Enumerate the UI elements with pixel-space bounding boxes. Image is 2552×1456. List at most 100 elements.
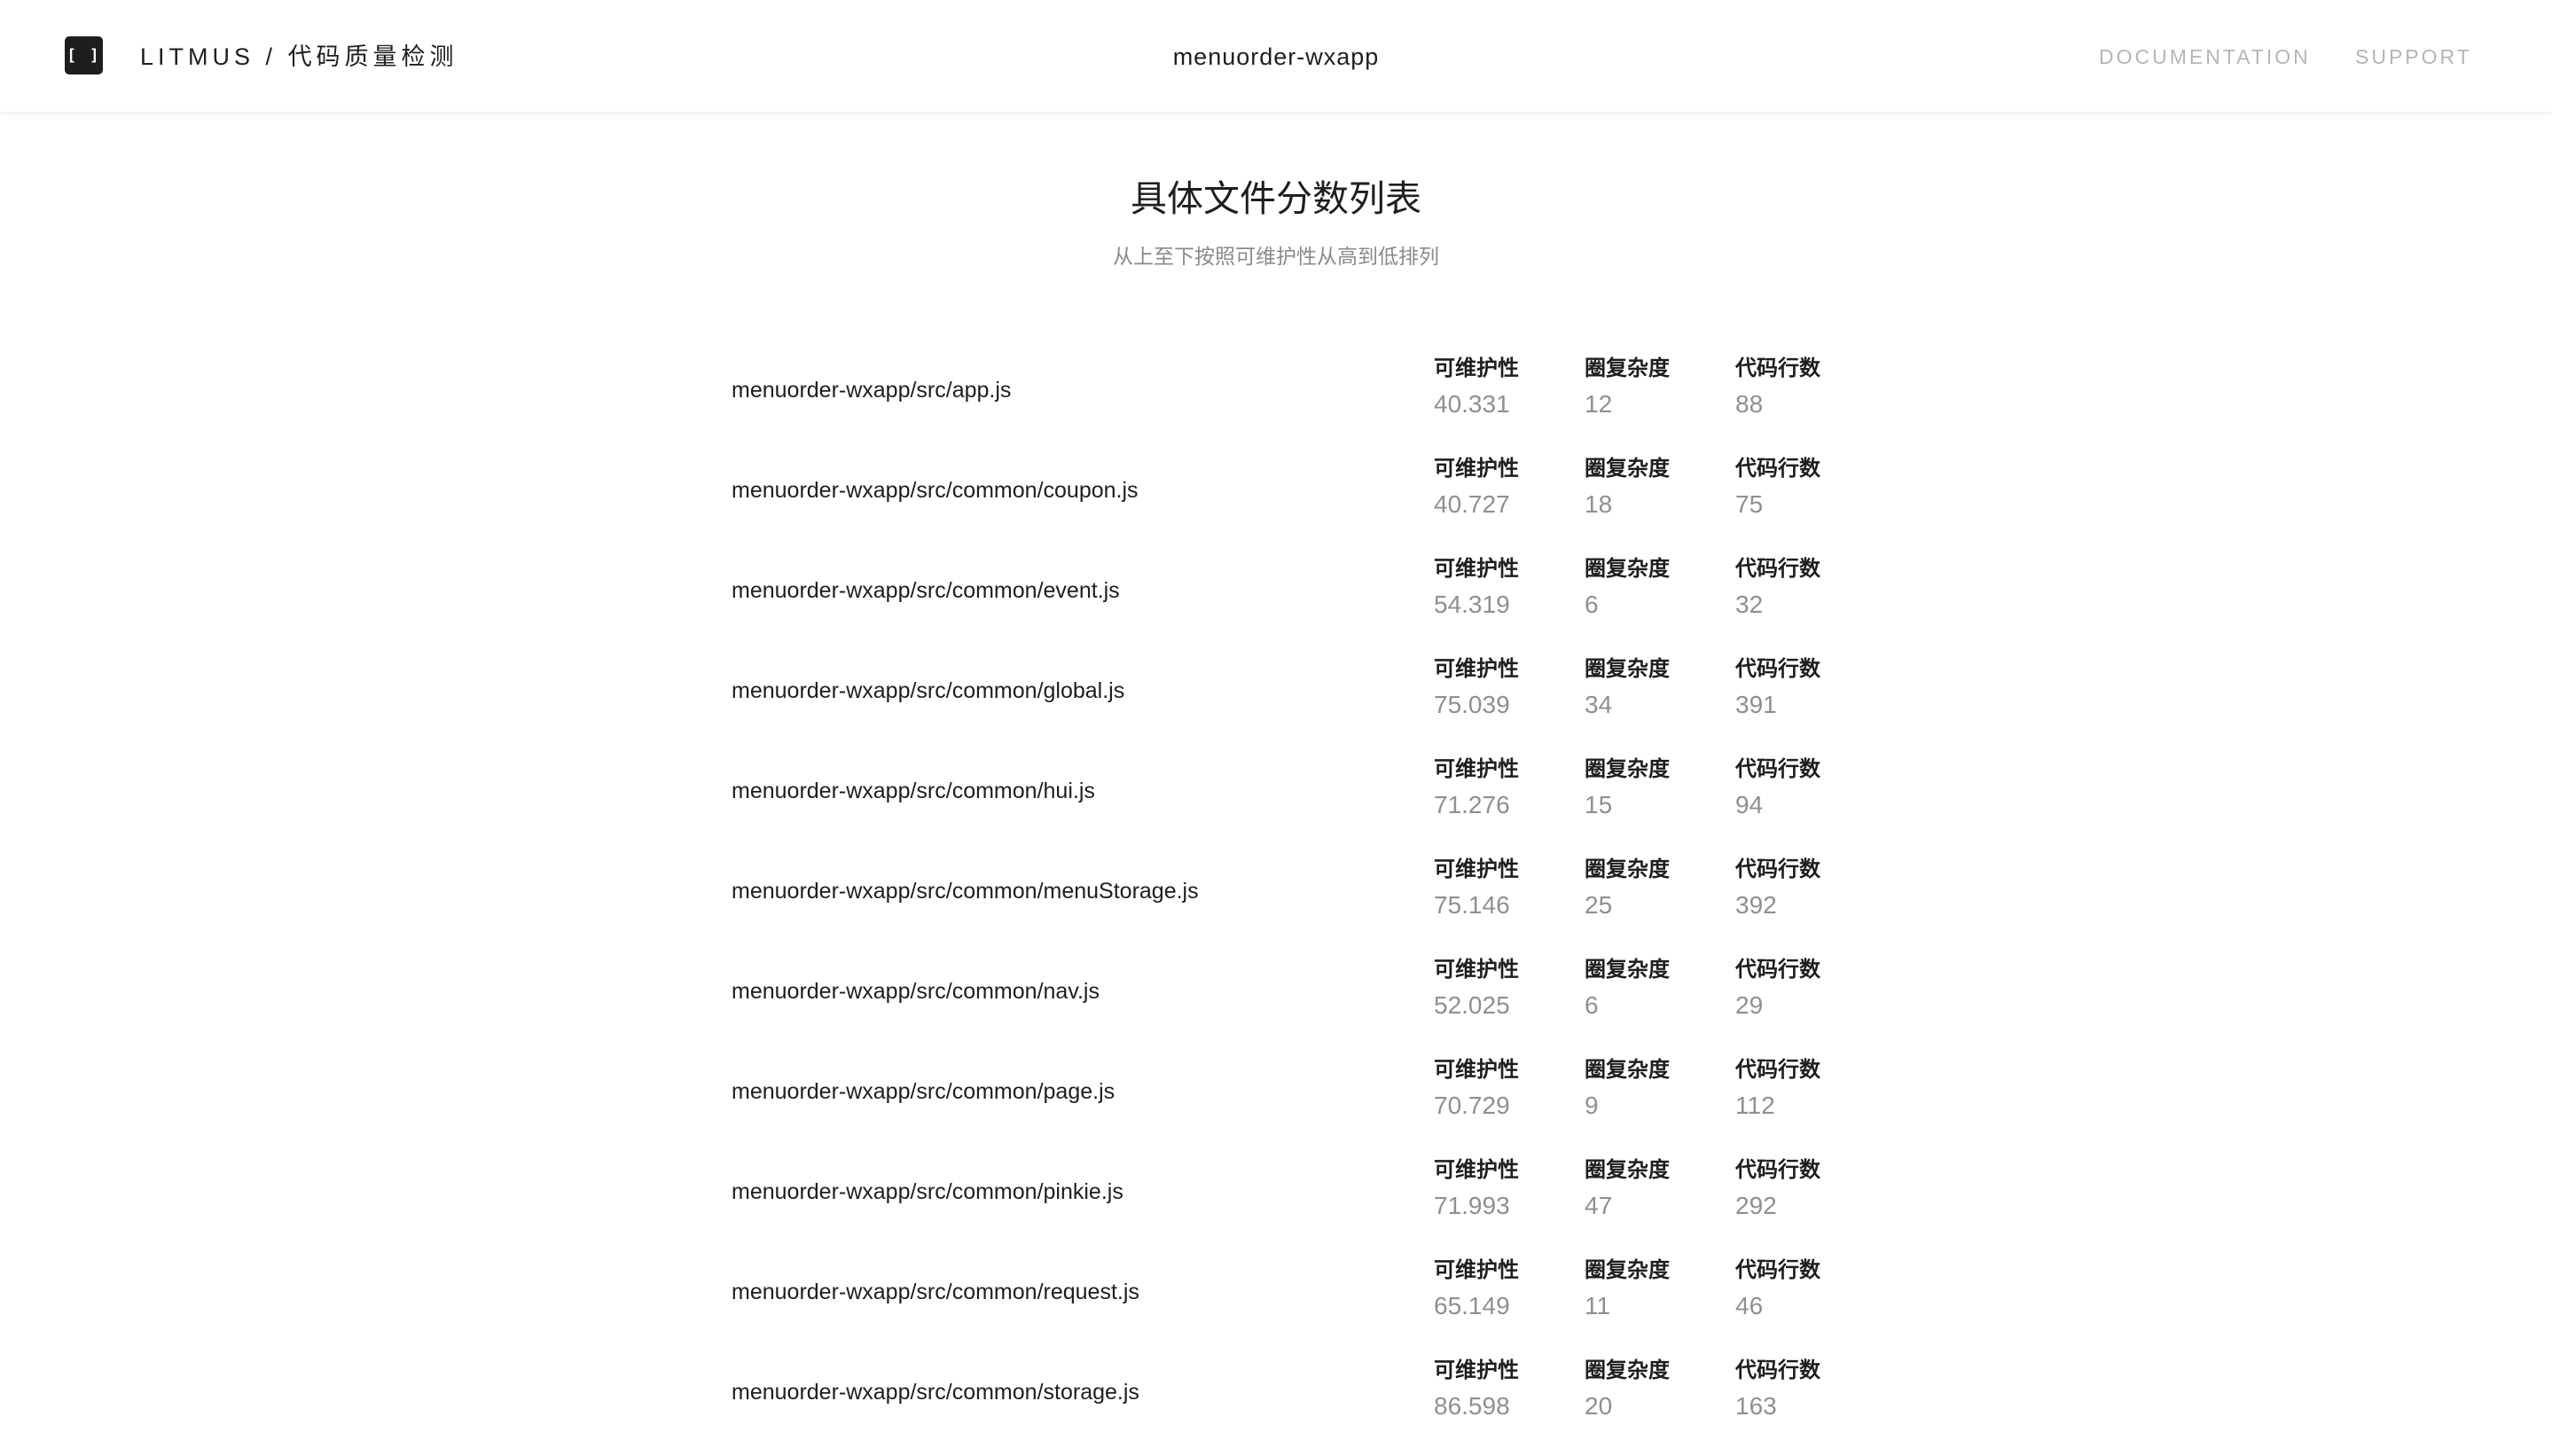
metric-value-maintainability: 86.598 (1434, 1392, 1510, 1420)
file-row: menuorder-wxapp/src/common/event.js 可维护性 5… (0, 555, 2552, 654)
metric-label-complexity: 圈复杂度 (1585, 958, 1670, 982)
metric-value-complexity: 15 (1585, 791, 1613, 818)
metric-maintainability: 可维护性 52.025 (1434, 956, 1519, 1023)
file-path[interactable]: menuorder-wxapp/src/common/storage.js (732, 1376, 1139, 1408)
metric-complexity: 圈复杂度 12 (1585, 355, 1670, 422)
metric-value-maintainability: 71.276 (1434, 791, 1510, 818)
file-path[interactable]: menuorder-wxapp/src/common/event.js (732, 575, 1120, 607)
metric-label-loc: 代码行数 (1735, 356, 1820, 380)
metric-label-loc: 代码行数 (1735, 1258, 1820, 1282)
metric-maintainability: 可维护性 86.598 (1434, 1357, 1519, 1424)
metric-value-loc: 391 (1735, 691, 1777, 718)
metric-complexity: 圈复杂度 25 (1585, 856, 1670, 923)
metric-value-loc: 75 (1735, 490, 1764, 518)
metric-label-loc: 代码行数 (1735, 457, 1820, 481)
metric-value-maintainability: 75.039 (1434, 691, 1510, 718)
metric-value-complexity: 34 (1585, 691, 1613, 718)
metric-value-maintainability: 40.727 (1434, 490, 1510, 518)
metric-value-complexity: 25 (1585, 891, 1613, 919)
metric-value-loc: 163 (1735, 1392, 1777, 1420)
file-row: menuorder-wxapp/src/common/storage.js 可维护… (0, 1357, 2552, 1456)
file-path[interactable]: menuorder-wxapp/src/common/menuStorage.j… (732, 875, 1199, 907)
metric-value-complexity: 20 (1585, 1392, 1613, 1420)
metric-value-maintainability: 65.149 (1434, 1292, 1510, 1319)
file-path[interactable]: menuorder-wxapp/src/common/coupon.js (732, 474, 1139, 506)
metric-loc: 代码行数 392 (1735, 856, 1820, 923)
metric-value-complexity: 47 (1585, 1192, 1613, 1219)
metric-value-maintainability: 70.729 (1434, 1092, 1510, 1119)
metric-value-loc: 88 (1735, 390, 1764, 418)
file-row: menuorder-wxapp/src/common/coupon.js 可维护性… (0, 455, 2552, 554)
metric-value-loc: 32 (1735, 591, 1764, 618)
file-row: menuorder-wxapp/src/common/request.js 可维护… (0, 1256, 2552, 1356)
metric-label-maintainability: 可维护性 (1434, 1058, 1519, 1082)
metric-loc: 代码行数 163 (1735, 1357, 1820, 1424)
metric-label-complexity: 圈复杂度 (1585, 557, 1670, 581)
file-row: menuorder-wxapp/src/common/global.js 可维护性… (0, 655, 2552, 755)
metric-loc: 代码行数 75 (1735, 455, 1820, 522)
metric-label-loc: 代码行数 (1735, 757, 1820, 781)
metric-label-maintainability: 可维护性 (1434, 1358, 1519, 1382)
metric-label-complexity: 圈复杂度 (1585, 657, 1670, 681)
metric-value-loc: 29 (1735, 991, 1764, 1019)
metric-value-maintainability: 54.319 (1434, 591, 1510, 618)
metric-loc: 代码行数 46 (1735, 1256, 1820, 1324)
metric-loc: 代码行数 292 (1735, 1156, 1820, 1224)
metric-label-maintainability: 可维护性 (1434, 1258, 1519, 1282)
metric-maintainability: 可维护性 75.039 (1434, 655, 1519, 723)
metric-complexity: 圈复杂度 11 (1585, 1256, 1670, 1324)
metric-complexity: 圈复杂度 47 (1585, 1156, 1670, 1224)
metric-maintainability: 可维护性 65.149 (1434, 1256, 1519, 1324)
metric-label-complexity: 圈复杂度 (1585, 356, 1670, 380)
metric-label-loc: 代码行数 (1735, 958, 1820, 982)
file-path[interactable]: menuorder-wxapp/src/common/request.js (732, 1276, 1139, 1308)
metric-complexity: 圈复杂度 6 (1585, 956, 1670, 1023)
metric-label-loc: 代码行数 (1735, 1158, 1820, 1182)
metric-complexity: 圈复杂度 34 (1585, 655, 1670, 723)
metric-maintainability: 可维护性 75.146 (1434, 856, 1519, 923)
metric-maintainability: 可维护性 40.331 (1434, 355, 1519, 422)
metric-loc: 代码行数 112 (1735, 1056, 1820, 1123)
metric-label-maintainability: 可维护性 (1434, 557, 1519, 581)
file-row: menuorder-wxapp/src/common/menuStorage.j… (0, 856, 2552, 955)
metric-value-maintainability: 52.025 (1434, 991, 1510, 1019)
file-path[interactable]: menuorder-wxapp/src/app.js (732, 374, 1011, 406)
metric-complexity: 圈复杂度 9 (1585, 1056, 1670, 1123)
file-path[interactable]: menuorder-wxapp/src/common/hui.js (732, 775, 1095, 807)
metric-value-loc: 46 (1735, 1292, 1764, 1319)
metric-maintainability: 可维护性 71.993 (1434, 1156, 1519, 1224)
metric-value-loc: 392 (1735, 891, 1777, 919)
metric-label-loc: 代码行数 (1735, 557, 1820, 581)
file-row: menuorder-wxapp/src/app.js 可维护性 40.331 圈复杂度… (0, 355, 2552, 454)
metric-label-complexity: 圈复杂度 (1585, 1258, 1670, 1282)
metric-label-maintainability: 可维护性 (1434, 958, 1519, 982)
metric-label-loc: 代码行数 (1735, 857, 1820, 881)
metric-complexity: 圈复杂度 18 (1585, 455, 1670, 522)
metric-value-complexity: 6 (1585, 591, 1599, 618)
metric-label-loc: 代码行数 (1735, 657, 1820, 681)
metric-label-maintainability: 可维护性 (1434, 457, 1519, 481)
metric-label-complexity: 圈复杂度 (1585, 1058, 1670, 1082)
file-path[interactable]: menuorder-wxapp/src/common/pinkie.js (732, 1176, 1123, 1208)
metric-loc: 代码行数 94 (1735, 755, 1820, 823)
metric-value-maintainability: 40.331 (1434, 390, 1510, 418)
metric-label-complexity: 圈复杂度 (1585, 757, 1670, 781)
metric-loc: 代码行数 29 (1735, 956, 1820, 1023)
metric-label-complexity: 圈复杂度 (1585, 857, 1670, 881)
metric-value-complexity: 11 (1585, 1292, 1611, 1319)
metric-loc: 代码行数 88 (1735, 355, 1820, 422)
metric-loc: 代码行数 391 (1735, 655, 1820, 723)
metric-complexity: 圈复杂度 15 (1585, 755, 1670, 823)
metric-maintainability: 可维护性 54.319 (1434, 555, 1519, 622)
file-path[interactable]: menuorder-wxapp/src/common/global.js (732, 675, 1124, 707)
metric-value-complexity: 6 (1585, 991, 1599, 1019)
metric-label-complexity: 圈复杂度 (1585, 1358, 1670, 1382)
metric-label-maintainability: 可维护性 (1434, 657, 1519, 681)
metric-label-maintainability: 可维护性 (1434, 356, 1519, 380)
metric-value-complexity: 12 (1585, 390, 1613, 418)
file-row: menuorder-wxapp/src/common/hui.js 可维护性 71.… (0, 755, 2552, 855)
metric-value-maintainability: 71.993 (1434, 1192, 1510, 1219)
file-path[interactable]: menuorder-wxapp/src/common/nav.js (732, 975, 1100, 1007)
file-path[interactable]: menuorder-wxapp/src/common/page.js (732, 1076, 1115, 1108)
metric-label-loc: 代码行数 (1735, 1358, 1820, 1382)
